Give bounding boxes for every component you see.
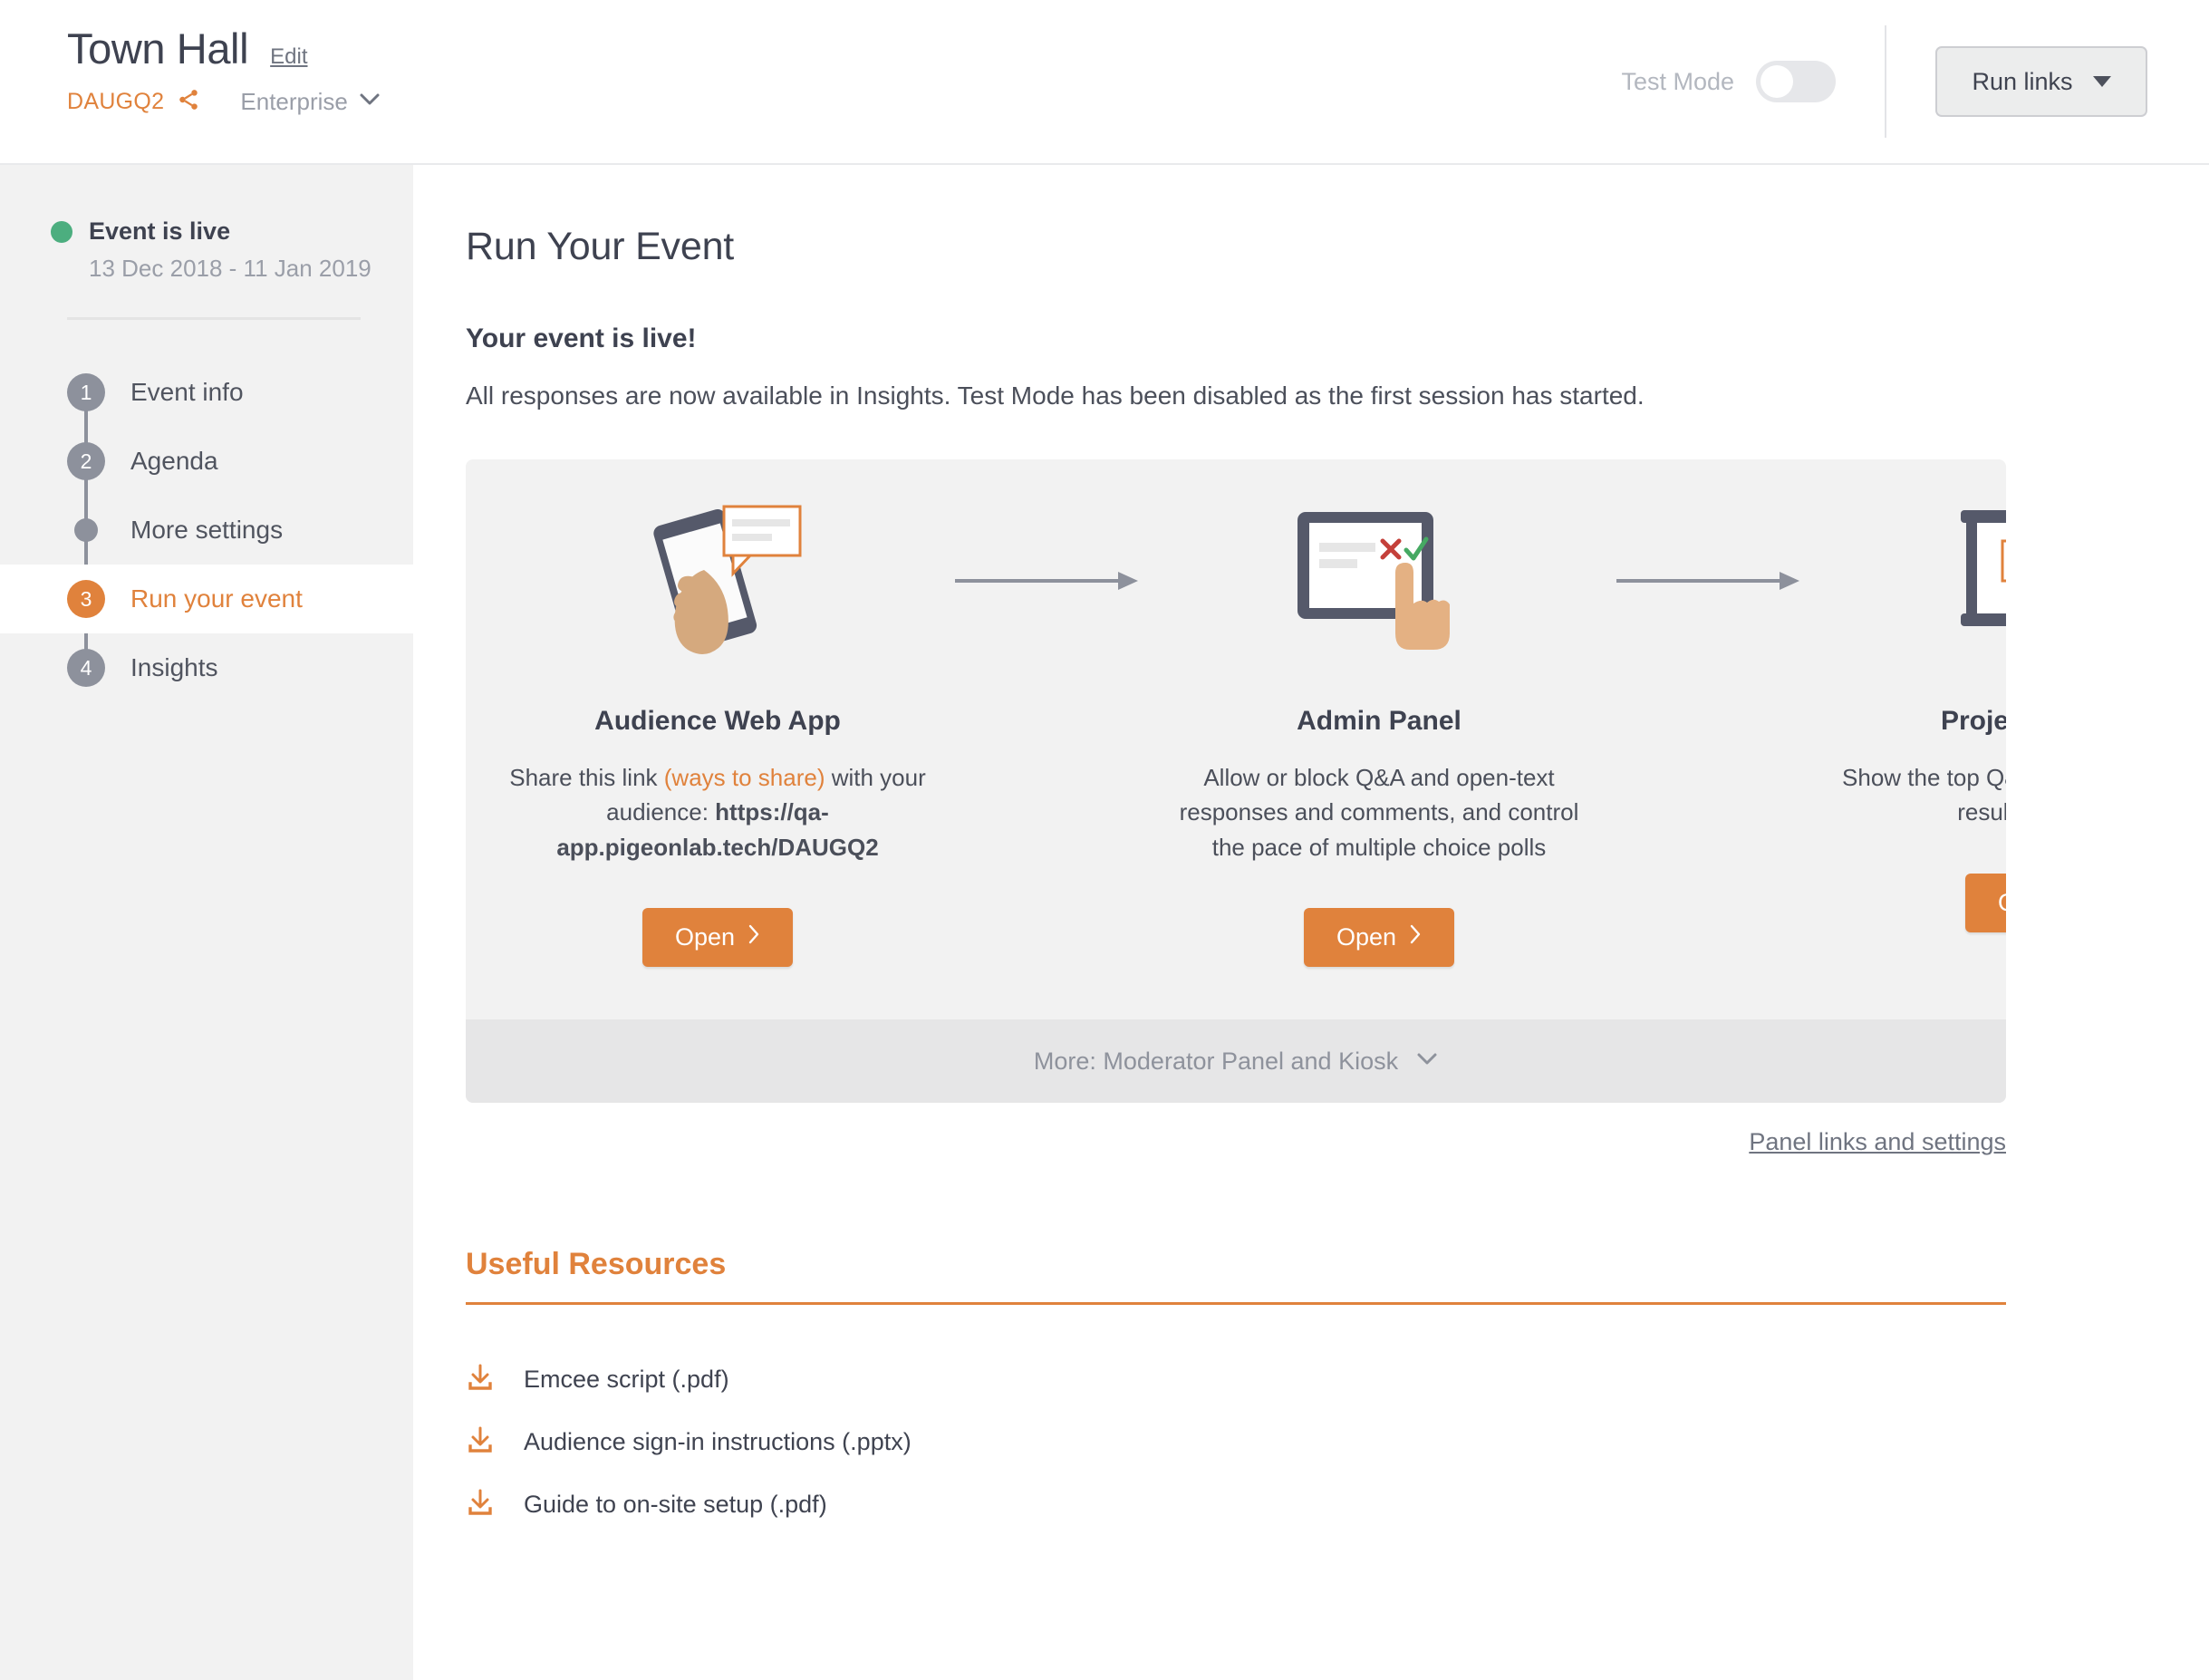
header-right-group: Test Mode Run links xyxy=(1621,0,2209,163)
event-status-block: Event is live 13 Dec 2018 - 11 Jan 2019 xyxy=(0,217,413,283)
run-links-button[interactable]: Run links xyxy=(1935,46,2147,117)
test-mode-label: Test Mode xyxy=(1621,67,1734,95)
resource-label: Emcee script (.pdf) xyxy=(524,1366,729,1394)
chevron-down-icon xyxy=(1416,1052,1438,1071)
list-item[interactable]: Audience sign-in instructions (.pptx) xyxy=(466,1411,2006,1473)
list-item[interactable]: Guide to on-site setup (.pdf) xyxy=(466,1473,2006,1536)
step-marker-1: 1 xyxy=(67,373,105,411)
panels-card: Audience Web App Share this link (ways t… xyxy=(466,459,2006,1104)
sidebar-item-label: More settings xyxy=(130,516,284,544)
card-description: Share this link (ways to share) with you… xyxy=(482,760,953,864)
useful-resources-rule xyxy=(466,1302,2006,1306)
card-description: Allow or block Q&A and open-text respons… xyxy=(1179,764,1579,861)
step-marker-dot-icon xyxy=(74,518,98,542)
sidebar-steps: 1 Event info 2 Agenda More settings 3 Ru… xyxy=(0,358,413,702)
sidebar-item-label: Agenda xyxy=(130,447,218,475)
event-code[interactable]: DAUGQ2 xyxy=(67,89,164,115)
panel-cards-row: Audience Web App Share this link (ways t… xyxy=(466,459,2006,1019)
desc-prefix: Share this link xyxy=(509,764,664,791)
download-icon xyxy=(466,1425,495,1459)
panel-links-row: Panel links and settings xyxy=(466,1128,2006,1156)
projector-screen-icon xyxy=(1805,499,2006,662)
resource-label: Guide to on-site setup (.pdf) xyxy=(524,1491,827,1519)
arrow-right-icon xyxy=(953,499,1143,662)
caret-down-icon xyxy=(2092,76,2111,87)
event-date-range: 13 Dec 2018 - 11 Jan 2019 xyxy=(89,255,371,282)
more-panels-label: More: Moderator Panel and Kiosk xyxy=(1033,1047,1399,1075)
event-status-label: Event is live xyxy=(89,217,231,245)
plan-label: Enterprise xyxy=(240,88,348,115)
open-projector-panel-button[interactable]: Open xyxy=(1964,873,2006,932)
step-marker-3: 3 xyxy=(67,580,105,618)
phone-in-hand-icon xyxy=(482,499,953,662)
sidebar-item-agenda[interactable]: 2 Agenda xyxy=(0,427,413,496)
body-wrapper: Event is live 13 Dec 2018 - 11 Jan 2019 … xyxy=(0,165,2209,1680)
test-mode-group: Test Mode xyxy=(1621,25,1886,138)
sidebar-item-label: Insights xyxy=(130,653,218,681)
test-mode-toggle[interactable] xyxy=(1756,61,1836,102)
card-title: Admin Panel xyxy=(1297,706,1461,736)
download-icon xyxy=(466,1488,495,1521)
sidebar-item-label: Event info xyxy=(130,378,244,406)
header-left-group: Town Hall Edit DAUGQ2 Enterprise xyxy=(0,0,381,116)
chevron-right-icon xyxy=(1409,923,1422,951)
panel-links-and-settings-link[interactable]: Panel links and settings xyxy=(1749,1128,2006,1156)
sidebar-item-run-your-event[interactable]: 3 Run your event xyxy=(0,565,413,633)
plan-selector[interactable]: Enterprise xyxy=(240,88,381,116)
card-title: Audience Web App xyxy=(594,706,841,736)
open-button-label: Open xyxy=(1336,923,1397,951)
sidebar-item-more-settings[interactable]: More settings xyxy=(0,496,413,565)
useful-resources-section: Useful Resources Emcee script (.pdf) Aud… xyxy=(466,1247,2006,1536)
download-icon xyxy=(466,1363,495,1396)
step-marker-2: 2 xyxy=(67,442,105,480)
chevron-right-icon xyxy=(748,923,760,951)
sidebar: Event is live 13 Dec 2018 - 11 Jan 2019 … xyxy=(0,165,413,1680)
live-heading: Your event is live! xyxy=(466,323,697,353)
tablet-moderation-icon xyxy=(1143,499,1615,662)
main-page-title: Run Your Event xyxy=(466,225,735,268)
open-admin-panel-button[interactable]: Open xyxy=(1303,908,1455,968)
live-subtext: All responses are now available in Insig… xyxy=(466,381,1645,410)
resource-label: Audience sign-in instructions (.pptx) xyxy=(524,1428,912,1456)
step-marker-4: 4 xyxy=(67,649,105,687)
useful-resources-title: Useful Resources xyxy=(466,1247,727,1282)
useful-resources-list: Emcee script (.pdf) Audience sign-in ins… xyxy=(466,1348,2006,1536)
card-projector-panel: Projector Panel Show the top Q&A respons… xyxy=(1805,499,2006,932)
audience-url[interactable]: https://qa-app.pigeonlab.tech/DAUGQ2 xyxy=(556,798,878,860)
toggle-knob xyxy=(1760,65,1793,98)
more-panels-toggle[interactable]: More: Moderator Panel and Kiosk xyxy=(466,1019,2006,1104)
sidebar-item-insights[interactable]: 4 Insights xyxy=(0,633,413,702)
main-content: Run Your Event Your event is live! All r… xyxy=(413,165,2209,1680)
open-button-label: Open xyxy=(1998,889,2006,917)
event-status-row: Event is live xyxy=(51,217,413,246)
arrow-right-icon xyxy=(1615,499,1805,662)
card-admin-panel: Admin Panel Allow or block Q&A and open-… xyxy=(1143,499,1615,968)
edit-title-link[interactable]: Edit xyxy=(270,44,307,70)
sidebar-item-label: Run your event xyxy=(130,584,303,613)
open-audience-web-app-button[interactable]: Open xyxy=(641,908,794,968)
chevron-down-icon xyxy=(359,92,381,111)
page-title: Town Hall xyxy=(67,24,249,72)
open-button-label: Open xyxy=(674,923,736,951)
card-description: Show the top Q&A responses and poll resu… xyxy=(1842,764,2006,826)
live-status-dot-icon xyxy=(51,220,72,243)
sidebar-item-event-info[interactable]: 1 Event info xyxy=(0,358,413,427)
sidebar-divider xyxy=(67,317,361,320)
app-header: Town Hall Edit DAUGQ2 Enterprise Test Mo… xyxy=(0,0,2209,165)
card-audience-web-app: Audience Web App Share this link (ways t… xyxy=(482,499,953,968)
ways-to-share-link[interactable]: (ways to share) xyxy=(664,764,825,791)
card-title: Projector Panel xyxy=(1940,706,2006,736)
title-row: Town Hall Edit xyxy=(67,24,381,73)
share-icon[interactable] xyxy=(177,88,200,116)
run-links-label: Run links xyxy=(1972,67,2073,95)
event-meta-row: DAUGQ2 Enterprise xyxy=(67,88,381,116)
list-item[interactable]: Emcee script (.pdf) xyxy=(466,1348,2006,1411)
